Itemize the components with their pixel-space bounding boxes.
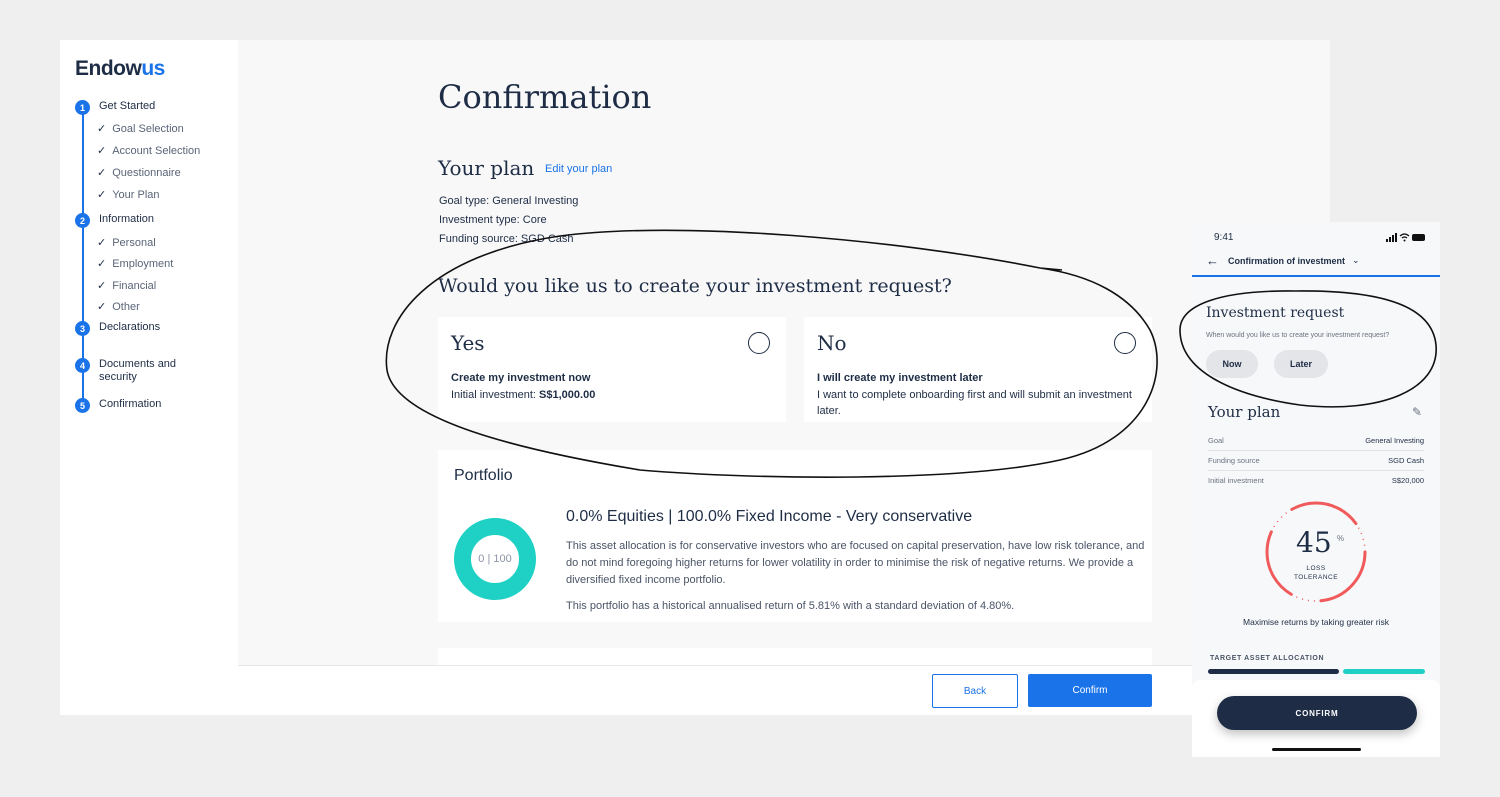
question-heading: Would you like us to create your investm… [438,275,952,297]
sidebar-step-2[interactable]: 2 Information [75,213,189,228]
alloc-bar-equity [1208,669,1339,674]
confirm-button[interactable]: Confirm [1028,674,1152,707]
nav-title[interactable]: Confirmation of investment [1228,256,1345,266]
step-number: 3 [75,321,90,336]
substep-label: Goal Selection [112,123,184,135]
now-button[interactable]: Now [1206,350,1258,378]
check-icon: ✓ [97,145,107,157]
substep-label: Financial [112,280,157,292]
substep-label: Employment [112,258,174,270]
step-number: 5 [75,398,90,413]
step-label: Documents and security [99,358,177,383]
sidebar-step-4[interactable]: 4 Documents and security [75,358,189,384]
option-desc: Initial investment: S$1,000.00 [451,389,596,401]
check-icon: ✓ [97,167,107,179]
check-icon: ✓ [97,189,107,201]
option-title: Yes [451,331,485,355]
step-number: 4 [75,358,90,373]
sidebar-substep[interactable]: ✓ Personal [97,236,156,249]
allocation-donut: 0 | 100 [454,518,536,600]
substep-label: Your Plan [112,189,160,201]
later-button[interactable]: Later [1274,350,1328,378]
option-subtitle: Create my investment now [451,372,591,384]
sidebar-substep[interactable]: ✓ Questionnaire [97,166,181,179]
option-desc: I want to complete onboarding first and … [817,389,1132,417]
initial-investment-amount: S$1,000.00 [539,389,596,401]
plan-heading: Your plan [438,156,535,180]
loss-label: TOLERANCE [1293,574,1339,581]
home-indicator [1272,748,1361,751]
investment-type: Investment type: Core [439,214,547,226]
sidebar-step-5[interactable]: 5 Confirmation [75,398,189,413]
mobile-app: 9:41 ← Confirmation of investment ⌄ Inve… [1192,222,1440,757]
back-button[interactable]: Back [932,674,1018,708]
step-label: Confirmation [99,398,162,410]
sidebar-step-1[interactable]: 1 Get Started [75,100,189,115]
sidebar-substep[interactable]: ✓ Goal Selection [97,122,184,135]
plan-row: Funding source SGD Cash [1208,456,1424,471]
plan-title: Your plan [1208,403,1281,421]
alloc-bar-fixed [1343,669,1425,674]
step-label: Get Started [99,100,156,112]
request-title: Investment request [1206,305,1345,321]
portfolio-card: Portfolio 0 | 100 0.0% Equities | 100.0%… [438,450,1152,622]
option-title: No [817,331,847,355]
sidebar: Endowus 1 Get Started ✓ Goal Selection ✓ Acco… [60,40,238,715]
substep-label: Questionnaire [112,167,181,179]
donut-label: 0 | 100 [478,553,512,565]
loss-label: LOSS [1306,565,1326,572]
footer-bar: Back Confirm [238,665,1330,715]
option-no-card[interactable]: No I will create my investment later I w… [804,317,1152,422]
check-icon: ✓ [97,237,107,249]
portfolio-description: This asset allocation is for conservativ… [566,540,1145,586]
radio-no[interactable] [1114,332,1136,354]
check-icon: ✓ [97,258,107,270]
step-label: Information [99,213,155,225]
logo: Endowus [75,57,165,80]
request-question: When would you like us to create your in… [1206,332,1390,339]
sidebar-substep[interactable]: ✓ Financial [97,279,156,292]
sidebar-substep[interactable]: ✓ Your Plan [97,188,160,201]
loss-unit: % [1337,534,1345,543]
sidebar-step-3[interactable]: 3 Declarations [75,321,189,336]
mobile-confirm-button[interactable]: CONFIRM [1217,696,1417,730]
edit-plan-link[interactable]: Edit your plan [545,163,612,175]
risk-text: Maximise returns by taking greater risk [1243,617,1389,627]
check-icon: ✓ [97,301,107,313]
progress-bar [1192,275,1440,277]
status-time: 9:41 [1214,232,1234,243]
substep-label: Other [112,301,140,313]
check-icon: ✓ [97,123,107,135]
plan-row: Initial investment S$20,000 [1208,476,1424,485]
portfolio-stats: This portfolio has a historical annualis… [566,600,1015,612]
check-icon: ✓ [97,280,107,292]
step-number: 2 [75,213,90,228]
option-yes-card[interactable]: Yes Create my investment now Initial inv… [438,317,786,422]
sidebar-substep[interactable]: ✓ Employment [97,257,173,270]
step-label: Declarations [99,321,161,333]
pencil-icon[interactable]: ✎ [1412,405,1422,419]
status-icons [1386,233,1425,242]
step-number: 1 [75,100,90,115]
goal-type: Goal type: General Investing [439,195,579,207]
chevron-down-icon[interactable]: ⌄ [1352,255,1360,266]
radio-yes[interactable] [748,332,770,354]
option-subtitle: I will create my investment later [817,372,983,384]
sidebar-substep[interactable]: ✓ Account Selection [97,144,200,157]
plan-row: Goal General Investing [1208,436,1424,451]
substep-label: Account Selection [112,145,201,157]
portfolio-heading: Portfolio [454,467,513,484]
page-title: Confirmation [438,78,652,116]
desktop-app: Endowus 1 Get Started ✓ Goal Selection ✓ Acco… [60,40,1330,715]
sidebar-substep[interactable]: ✓ Other [97,300,140,313]
funding-source: Funding source: SGD Cash [439,233,574,245]
portfolio-title: 0.0% Equities | 100.0% Fixed Income - Ve… [566,508,973,525]
alloc-label: TARGET ASSET ALLOCATION [1210,655,1325,662]
substep-label: Personal [112,237,156,249]
loss-value: 45 [1296,526,1332,559]
back-arrow-icon[interactable]: ← [1206,253,1219,268]
